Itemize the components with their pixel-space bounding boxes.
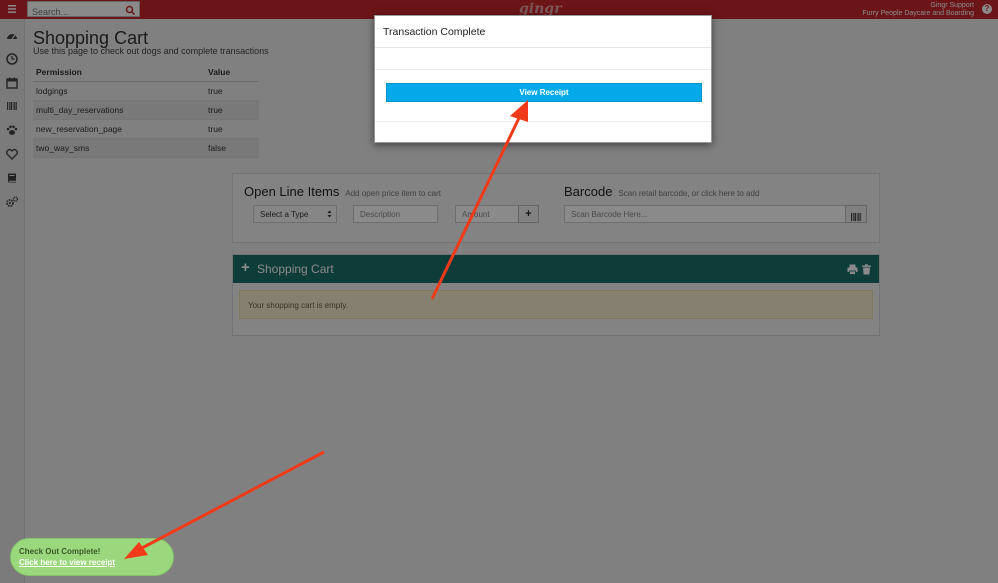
checkout-complete-toast: Check Out Complete! Click here to view r… xyxy=(10,538,174,576)
modal-divider xyxy=(375,121,711,122)
modal-divider xyxy=(375,47,711,48)
modal-title: Transaction Complete xyxy=(383,26,486,38)
view-receipt-button[interactable]: View Receipt xyxy=(386,83,702,102)
toast-title: Check Out Complete! xyxy=(19,547,101,556)
view-receipt-link[interactable]: Click here to view receipt xyxy=(19,558,115,567)
modal-divider xyxy=(375,69,711,70)
transaction-complete-modal: Transaction Complete View Receipt xyxy=(374,15,712,143)
